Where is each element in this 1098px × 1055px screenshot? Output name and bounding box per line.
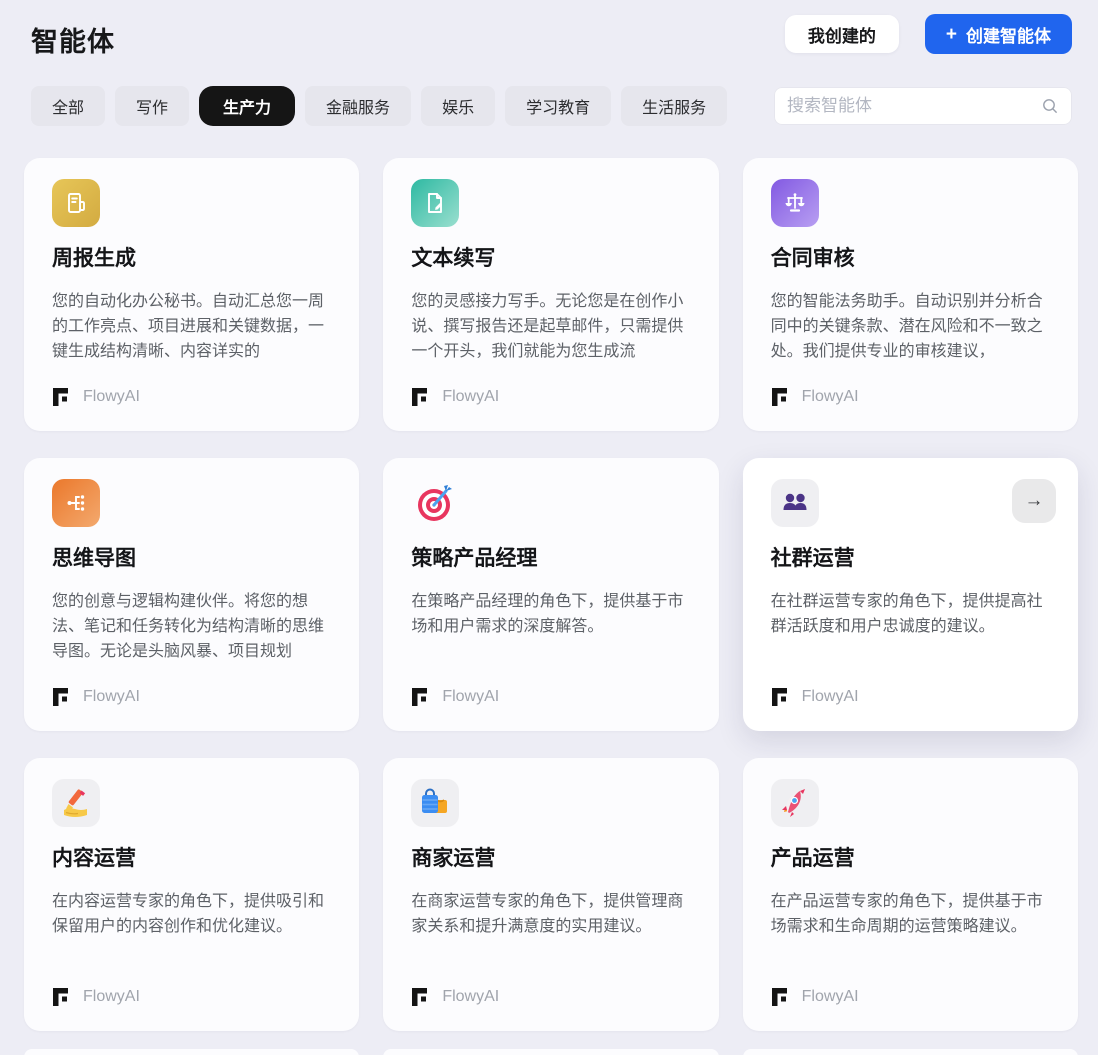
create-agent-button[interactable]: + 创建智能体 xyxy=(924,14,1072,54)
agent-card-description: 在策略产品经理的角色下，提供基于市场和用户需求的深度解答。 xyxy=(411,593,684,635)
my-created-button[interactable]: 我创建的 xyxy=(784,15,899,53)
brand-name: FlowyAI xyxy=(83,988,140,1005)
agent-card-description: 在商家运营专家的角色下，提供管理商家关系和提升满意度的实用建议。 xyxy=(411,893,684,935)
agent-card-partial[interactable] xyxy=(742,1049,1078,1055)
create-agent-label: 创建智能体 xyxy=(966,26,1051,46)
brand-name: FlowyAI xyxy=(83,388,140,405)
header-actions: 我创建的 + 创建智能体 xyxy=(784,14,1072,54)
agent-card-footer: FlowyAI xyxy=(411,687,690,707)
agent-card-partial[interactable] xyxy=(24,1049,360,1055)
brand-name: FlowyAI xyxy=(801,388,859,405)
flowy-pixel-f-logo xyxy=(411,987,431,1007)
brand-name: FlowyAI xyxy=(801,688,859,705)
dart-target-icon xyxy=(411,479,459,527)
agent-card-title: 思维导图 xyxy=(52,547,136,570)
flowy-pixel-f-logo xyxy=(52,387,72,407)
tab-all[interactable]: 全部 xyxy=(31,86,106,126)
agent-card-title: 策略产品经理 xyxy=(411,547,538,570)
agent-card-contract-review[interactable]: 合同审核 您的智能法务助手。自动识别并分析合同中的关键条款、潜在风险和不一致之处… xyxy=(742,158,1078,431)
tab-productivity[interactable]: 生产力 xyxy=(199,86,296,126)
plus-icon: + xyxy=(945,23,957,45)
arrow-right-icon: → xyxy=(1024,490,1044,511)
agent-card-footer: FlowyAI xyxy=(52,687,331,707)
flowy-pixel-f-logo xyxy=(771,687,791,707)
search-input[interactable] xyxy=(787,96,1041,116)
people-busts-icon xyxy=(770,479,819,527)
brand-name: FlowyAI xyxy=(442,688,500,705)
agent-card-title: 产品运营 xyxy=(770,847,855,870)
tab-education[interactable]: 学习教育 xyxy=(505,86,612,126)
agent-card-footer: FlowyAI xyxy=(771,387,1050,407)
agent-card-description: 您的灵感接力写手。无论您是在创作小说、撰写报告还是起草邮件，只需提供一个开头，我… xyxy=(411,293,684,360)
agent-card-title: 合同审核 xyxy=(770,247,855,270)
agent-card-description: 您的自动化办公秘书。自动汇总您一周的工作亮点、项目进展和关键数据，一键生成结构清… xyxy=(52,293,325,360)
rocket-icon xyxy=(770,779,819,827)
agent-card-title: 内容运营 xyxy=(52,847,136,870)
agent-card-product-ops[interactable]: 产品运营 在产品运营专家的角色下，提供基于市场需求和生命周期的运营策略建议。 F… xyxy=(742,758,1078,1031)
search-icon xyxy=(1041,97,1059,115)
shopping-bags-icon xyxy=(411,779,460,827)
flowy-pixel-f-logo xyxy=(52,687,72,707)
agent-card-content-ops[interactable]: 内容运营 在内容运营专家的角色下，提供吸引和保留用户的内容创作和优化建议。 Fl… xyxy=(24,758,360,1031)
agent-card-title: 社群运营 xyxy=(770,547,855,570)
agent-card-description: 您的创意与逻辑构建伙伴。将您的想法、笔记和任务转化为结构清晰的思维导图。无论是头… xyxy=(52,593,325,660)
writing-hand-icon xyxy=(52,779,100,827)
agent-card-description: 在内容运营专家的角色下，提供吸引和保留用户的内容创作和优化建议。 xyxy=(52,893,325,935)
my-created-label: 我创建的 xyxy=(807,26,876,46)
agent-card-grid: 周报生成 您的自动化办公秘书。自动汇总您一周的工作亮点、项目进展和关键数据，一键… xyxy=(0,126,1098,1031)
flowy-pixel-f-logo xyxy=(411,387,431,407)
agent-card-title: 商家运营 xyxy=(411,847,496,870)
tab-entertainment[interactable]: 娱乐 xyxy=(421,86,496,126)
document-pencil-icon xyxy=(411,179,460,227)
mind-map-icon xyxy=(52,479,100,527)
agent-card-description: 在社群运营专家的角色下，提供提高社群活跃度和用户忠诚度的建议。 xyxy=(770,593,1043,635)
agent-card-footer: FlowyAI xyxy=(411,987,690,1007)
brand-name: FlowyAI xyxy=(442,988,500,1005)
page-title: 智能体 xyxy=(31,27,115,57)
agent-card-footer: FlowyAI xyxy=(771,987,1050,1007)
report-document-icon xyxy=(52,179,100,227)
brand-name: FlowyAI xyxy=(801,988,859,1005)
flowy-pixel-f-logo xyxy=(411,687,431,707)
agent-card-footer: FlowyAI xyxy=(52,387,331,407)
brand-name: FlowyAI xyxy=(442,388,500,405)
agent-card-title: 文本续写 xyxy=(411,247,496,270)
agent-card-text-continuation[interactable]: 文本续写 您的灵感接力写手。无论您是在创作小说、撰写报告还是起草邮件，只需提供一… xyxy=(383,158,719,431)
page-header: 智能体 我创建的 + 创建智能体 xyxy=(0,0,1098,59)
flowy-pixel-f-logo xyxy=(771,387,791,407)
agents-page: 智能体 我创建的 + 创建智能体 全部 写作 生产力 金融服务 娱乐 学习教育 … xyxy=(0,0,1098,1055)
agent-card-community-ops[interactable]: → 社群运营 在社群运营专家的角色下，提供提高社群活跃度和用户忠诚度的建议。 F… xyxy=(742,458,1078,731)
search-box[interactable] xyxy=(774,87,1072,125)
open-agent-arrow-button[interactable]: → xyxy=(1012,479,1056,523)
agent-card-footer: FlowyAI xyxy=(52,987,331,1007)
filter-toolbar: 全部 写作 生产力 金融服务 娱乐 学习教育 生活服务 xyxy=(0,86,1098,126)
balance-scale-icon xyxy=(770,179,819,227)
flowy-pixel-f-logo xyxy=(771,987,791,1007)
agent-card-description: 您的智能法务助手。自动识别并分析合同中的关键条款、潜在风险和不一致之处。我们提供… xyxy=(770,293,1043,360)
tab-writing[interactable]: 写作 xyxy=(115,86,190,126)
agent-card-description: 在产品运营专家的角色下，提供基于市场需求和生命周期的运营策略建议。 xyxy=(770,893,1043,935)
tab-life-services[interactable]: 生活服务 xyxy=(621,86,728,126)
agent-card-mind-map[interactable]: 思维导图 您的创意与逻辑构建伙伴。将您的想法、笔记和任务转化为结构清晰的思维导图… xyxy=(24,458,360,731)
category-tabs: 全部 写作 生产力 金融服务 娱乐 学习教育 生活服务 xyxy=(31,86,728,126)
agent-card-strategy-pm[interactable]: 策略产品经理 在策略产品经理的角色下，提供基于市场和用户需求的深度解答。 Flo… xyxy=(383,458,719,731)
next-row-peek xyxy=(0,1031,1098,1055)
agent-card-footer: FlowyAI xyxy=(771,687,1050,707)
agent-card-weekly-report[interactable]: 周报生成 您的自动化办公秘书。自动汇总您一周的工作亮点、项目进展和关键数据，一键… xyxy=(24,158,360,431)
tab-finance[interactable]: 金融服务 xyxy=(305,86,412,126)
agent-card-footer: FlowyAI xyxy=(411,387,690,407)
brand-name: FlowyAI xyxy=(83,688,140,705)
agent-card-title: 周报生成 xyxy=(52,247,136,270)
flowy-pixel-f-logo xyxy=(52,987,72,1007)
agent-card-partial[interactable] xyxy=(383,1049,719,1055)
agent-card-merchant-ops[interactable]: 商家运营 在商家运营专家的角色下，提供管理商家关系和提升满意度的实用建议。 Fl… xyxy=(383,758,719,1031)
